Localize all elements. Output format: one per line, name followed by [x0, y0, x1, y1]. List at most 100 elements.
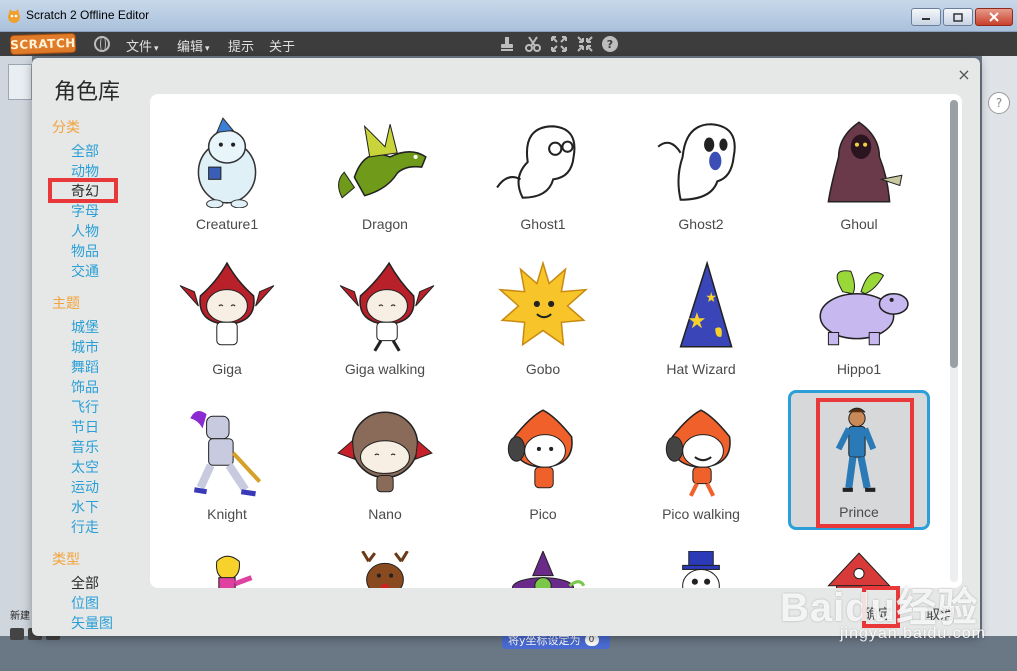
sprite-name: Ghost1: [520, 216, 566, 232]
close-window-button[interactable]: [975, 8, 1013, 26]
category-people[interactable]: 人物: [52, 222, 150, 242]
type-all[interactable]: 全部: [52, 574, 150, 594]
sprite-tile[interactable]: Ghost1: [472, 102, 614, 242]
stage-thumbnail[interactable]: [8, 64, 32, 100]
sprite-tile[interactable]: Ghoul: [788, 102, 930, 242]
grow-icon[interactable]: [550, 35, 568, 53]
sprite-name: Ghoul: [840, 216, 878, 232]
sprite-tile[interactable]: Hat Wizard: [630, 247, 772, 387]
chevron-down-icon: ▾: [205, 44, 210, 54]
pico-icon: [665, 409, 731, 497]
minimize-button[interactable]: [911, 8, 941, 26]
category-all[interactable]: 全部: [52, 142, 150, 162]
theme-flying[interactable]: 飞行: [52, 398, 150, 418]
question-icon[interactable]: ?: [988, 92, 1010, 114]
sprite-tile[interactable]: [788, 537, 930, 588]
sprite-tile[interactable]: Knight: [156, 392, 298, 532]
sprite-tile[interactable]: Gobo: [472, 247, 614, 387]
category-animals[interactable]: 动物: [52, 162, 150, 182]
section-heading-category: 分类: [52, 120, 80, 136]
ok-button[interactable]: 确定: [864, 604, 892, 624]
theme-holiday[interactable]: 节日: [52, 418, 150, 438]
creature-icon: [197, 117, 257, 208]
stamp-icon[interactable]: [498, 35, 516, 53]
sprite-tile[interactable]: Ghost2: [630, 102, 772, 242]
sprite-tile[interactable]: [630, 537, 772, 588]
gobo-icon: [497, 261, 589, 347]
sprite-name: Prince: [839, 504, 879, 520]
sprite-name: Pico: [529, 506, 557, 522]
menu-tips[interactable]: 提示: [228, 36, 254, 55]
scratch-cat-icon: [8, 9, 20, 23]
giga-icon: [339, 261, 435, 352]
theme-dance[interactable]: 舞蹈: [52, 358, 150, 378]
section-heading-theme: 主题: [52, 296, 80, 312]
sprite-tile[interactable]: Giga: [156, 247, 298, 387]
hippo-icon: [819, 270, 909, 346]
sprite-name: Pico walking: [662, 506, 740, 522]
theme-castle[interactable]: 城堡: [52, 318, 150, 338]
category-things[interactable]: 物品: [52, 242, 150, 262]
scissors-icon[interactable]: [524, 35, 542, 53]
witch-icon: [511, 551, 586, 588]
sprite-tile[interactable]: Pico: [472, 392, 614, 532]
princess-icon: [216, 555, 253, 588]
theme-dress-up[interactable]: 饰品: [52, 378, 150, 398]
dragon-icon: [338, 124, 427, 199]
sprite-name: Nano: [368, 506, 402, 522]
sprite-tile[interactable]: [156, 537, 298, 588]
category-fantasy[interactable]: 奇幻: [52, 182, 150, 202]
menu-file[interactable]: 文件 ▾: [126, 36, 159, 55]
category-letters[interactable]: 字母: [52, 202, 150, 222]
minimize-icon: [922, 18, 930, 20]
theme-city[interactable]: 城市: [52, 338, 150, 358]
sprite-name: Hippo1: [836, 361, 882, 377]
ghost-icon: [657, 123, 736, 201]
sprite-tile[interactable]: Creature1: [156, 102, 298, 242]
penguin-icon: [682, 551, 720, 588]
editor-left-panel: [0, 56, 32, 671]
paint-icon[interactable]: [10, 628, 24, 640]
scratch-logo: SCRATCH: [9, 32, 77, 56]
prince-icon: [835, 407, 877, 492]
sprite-tile-selected[interactable]: Prince: [788, 390, 930, 530]
shrink-icon[interactable]: [576, 35, 594, 53]
section-heading-type: 类型: [52, 552, 80, 568]
ghoul-icon: [827, 121, 903, 203]
sprite-name: Creature1: [195, 216, 259, 232]
category-transportation[interactable]: 交通: [52, 262, 150, 282]
type-bitmap[interactable]: 位图: [52, 594, 150, 614]
globe-icon[interactable]: [94, 36, 110, 52]
maximize-button[interactable]: [943, 8, 973, 26]
menu-about[interactable]: 关于: [269, 36, 295, 55]
menu-edit[interactable]: 编辑 ▾: [177, 36, 210, 55]
sprite-tile[interactable]: Dragon: [314, 102, 456, 242]
sprite-tile[interactable]: [472, 537, 614, 588]
scrollbar[interactable]: [950, 100, 958, 582]
scrollbar-thumb[interactable]: [950, 100, 958, 368]
theme-walking[interactable]: 行走: [52, 518, 150, 538]
chevron-down-icon: ▾: [154, 44, 159, 54]
window-titlebar: Scratch 2 Offline Editor: [0, 0, 1017, 32]
theme-music[interactable]: 音乐: [52, 438, 150, 458]
type-vector[interactable]: 矢量图: [52, 614, 150, 634]
theme-underwater[interactable]: 水下: [52, 498, 150, 518]
sprite-tile[interactable]: Nano: [314, 392, 456, 532]
wizard-hat-icon: [679, 261, 733, 348]
sprite-tile[interactable]: Hippo1: [788, 247, 930, 387]
window-title: Scratch 2 Offline Editor: [26, 8, 150, 22]
theme-sports[interactable]: 运动: [52, 478, 150, 498]
knight-icon: [190, 410, 262, 497]
sprite-tile[interactable]: Giga walking: [314, 247, 456, 387]
sprite-tile[interactable]: Pico walking: [630, 392, 772, 532]
editor-right-panel: [982, 56, 1017, 671]
giga-icon: [179, 261, 275, 346]
close-icon[interactable]: ×: [954, 64, 974, 84]
sprite-tile[interactable]: [314, 537, 456, 588]
help-icon[interactable]: ?: [602, 36, 618, 52]
ghost-icon: [496, 125, 576, 199]
theme-space[interactable]: 太空: [52, 458, 150, 478]
cancel-button[interactable]: 取消: [926, 604, 954, 624]
pico-icon: [507, 409, 573, 489]
maximize-icon: [953, 12, 963, 22]
